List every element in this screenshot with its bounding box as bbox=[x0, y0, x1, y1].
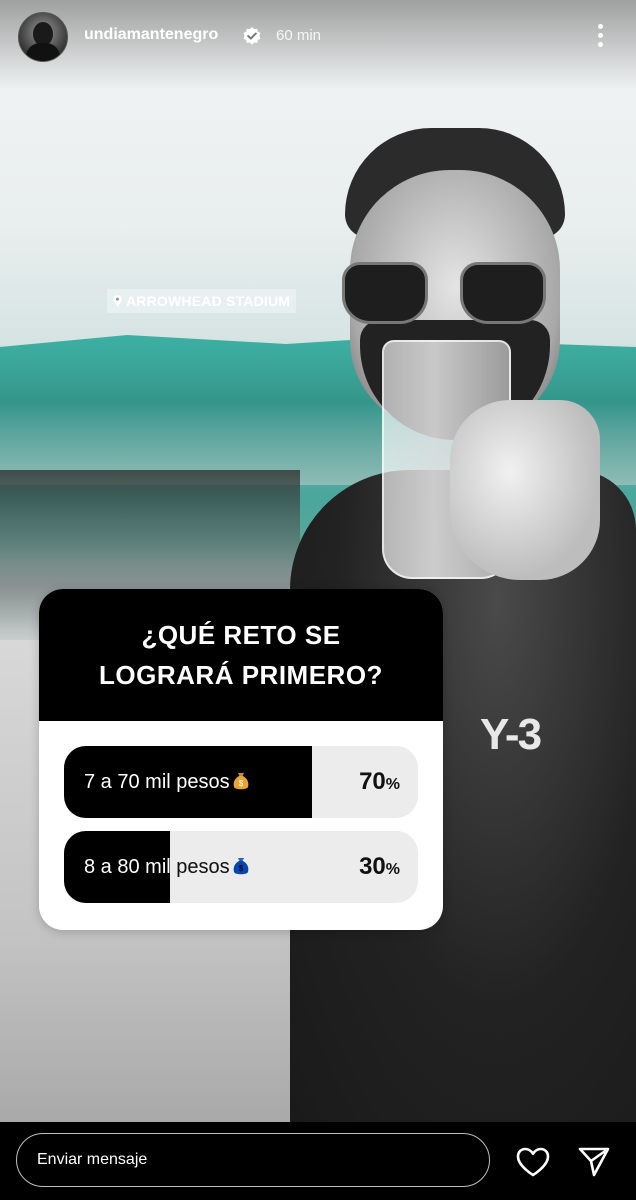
poll-option-1[interactable]: 7 a 70 mil pesos $ 70% bbox=[64, 746, 418, 818]
send-icon[interactable] bbox=[577, 1146, 611, 1178]
svg-text:$: $ bbox=[238, 864, 243, 873]
more-options-icon[interactable] bbox=[590, 22, 610, 50]
message-placeholder: Enviar mensaje bbox=[37, 1151, 148, 1168]
money-bag-icon: $ bbox=[233, 773, 248, 790]
story-image[interactable]: Y-3 bbox=[0, 0, 636, 1122]
shirt-logo: Y-3 bbox=[480, 710, 542, 759]
location-label: ARROWHEAD STADIUM bbox=[126, 293, 291, 309]
location-pin-icon bbox=[113, 295, 122, 307]
message-input[interactable]: Enviar mensaje bbox=[16, 1133, 490, 1187]
money-bag-icon: $ bbox=[233, 858, 248, 875]
poll-header: ¿QUÉ RETO SE LOGRARÁ PRIMERO? bbox=[39, 589, 443, 721]
poll-option-1-label: 7 a 70 mil pesos bbox=[84, 771, 230, 793]
verified-badge-icon bbox=[243, 27, 261, 45]
story-footer: Enviar mensaje bbox=[0, 1122, 636, 1200]
poll-option-1-percent: 70 bbox=[359, 768, 386, 795]
sunglasses bbox=[342, 262, 552, 324]
avatar[interactable] bbox=[18, 12, 68, 62]
location-sticker[interactable]: ARROWHEAD STADIUM bbox=[107, 289, 297, 313]
poll-option-2-percent-symbol: % bbox=[385, 861, 400, 878]
heart-icon[interactable] bbox=[515, 1146, 551, 1178]
person-hand bbox=[450, 400, 600, 580]
poll-option-2-percent: 30 bbox=[359, 853, 386, 880]
poll-option-2-label: 8 a 80 mil pesos bbox=[84, 856, 230, 878]
poll-question: ¿QUÉ RETO SE LOGRARÁ PRIMERO? bbox=[99, 620, 383, 690]
username[interactable]: undiamantenegro bbox=[84, 26, 218, 44]
poll-option-2[interactable]: 8 a 80 mil pesos $ 30% bbox=[64, 831, 418, 903]
poll-option-1-percent-symbol: % bbox=[385, 776, 400, 793]
svg-text:$: $ bbox=[238, 779, 243, 788]
poll-sticker: ¿QUÉ RETO SE LOGRARÁ PRIMERO? 7 a 70 mil… bbox=[39, 589, 443, 930]
post-time: 60 min bbox=[276, 27, 322, 44]
story-header: undiamantenegro 60 min bbox=[0, 0, 636, 72]
